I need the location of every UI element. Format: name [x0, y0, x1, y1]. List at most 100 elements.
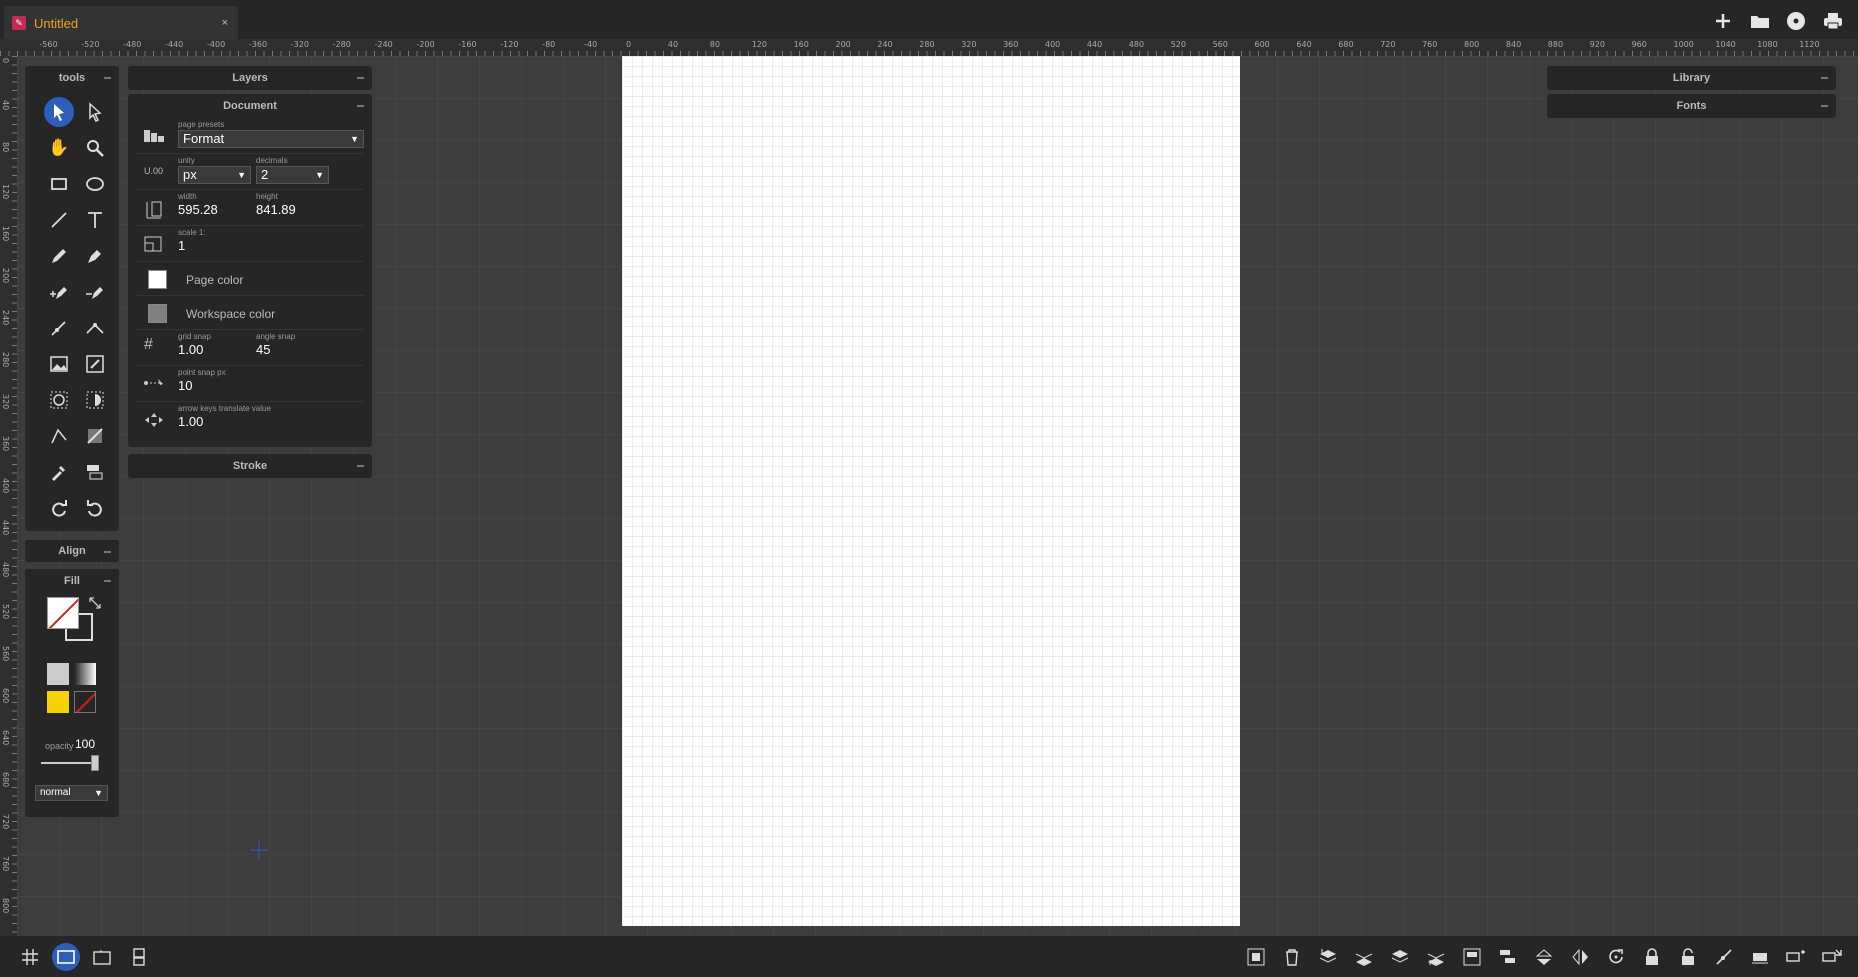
send-to-back-icon[interactable] [1351, 944, 1377, 970]
fill-color-swatch[interactable] [47, 597, 79, 629]
swatch-gradient[interactable] [74, 663, 96, 685]
group-icon[interactable] [1459, 944, 1485, 970]
select-tool[interactable] [41, 94, 77, 130]
mask-tool[interactable] [41, 382, 77, 418]
minimize-icon[interactable] [357, 465, 364, 467]
swatch-light-gray[interactable] [47, 663, 69, 685]
grid-snap-input[interactable]: 1.00 [178, 342, 203, 357]
grid-snap-label: grid snap [178, 332, 211, 341]
lock-icon[interactable] [1639, 944, 1665, 970]
text-tool[interactable] [77, 202, 113, 238]
fonts-panel[interactable]: Fonts [1547, 94, 1836, 118]
folder-icon[interactable] [1747, 10, 1773, 32]
ellipse-tool[interactable] [77, 166, 113, 202]
page-presets-select[interactable]: Format ▼ [178, 130, 364, 148]
redo-tool[interactable] [41, 490, 77, 526]
crop-tool[interactable] [77, 418, 113, 454]
bring-to-front-icon[interactable] [1315, 944, 1341, 970]
page-view-icon[interactable] [52, 943, 80, 971]
grid-toggle-icon[interactable] [17, 944, 43, 970]
arrow-keys-input[interactable]: 1.00 [178, 414, 203, 429]
convert-anchor-tool[interactable] [41, 310, 77, 346]
arrow-keys-icon [144, 412, 164, 430]
width-input[interactable]: 595.28 [178, 202, 218, 217]
minimize-icon[interactable] [104, 551, 111, 553]
align-panel[interactable]: Align [25, 540, 119, 562]
ruler-tick-label: 40 [667, 40, 679, 49]
send-backward-icon[interactable] [1423, 944, 1449, 970]
unlock-icon[interactable] [1675, 944, 1701, 970]
direct-select-tool[interactable] [77, 94, 113, 130]
minimize-icon[interactable] [357, 105, 364, 107]
workspace-color-row[interactable]: Workspace color [136, 296, 364, 330]
ruler-tick-label: 800 [1464, 40, 1480, 49]
contrast-mask-tool[interactable] [77, 382, 113, 418]
flip-horizontal-icon[interactable] [1567, 944, 1593, 970]
tab-close-button[interactable]: × [222, 17, 228, 29]
link-image-tool[interactable] [77, 346, 113, 382]
bring-forward-icon[interactable] [1387, 944, 1413, 970]
blend-mode-select[interactable]: normal ▼ [35, 785, 108, 801]
scale-input[interactable]: 1 [178, 238, 185, 253]
unity-select[interactable]: px ▼ [178, 166, 251, 184]
minimize-icon[interactable] [104, 77, 111, 79]
minimize-icon[interactable] [357, 77, 364, 79]
disc-icon[interactable] [1783, 10, 1809, 32]
node-tool[interactable] [77, 310, 113, 346]
opacity-slider-handle[interactable] [91, 755, 99, 771]
minimize-icon[interactable] [1821, 105, 1828, 107]
ungroup-icon[interactable] [1495, 944, 1521, 970]
document-page[interactable] [622, 56, 1240, 926]
remove-anchor-tool[interactable] [77, 274, 113, 310]
stroke-panel[interactable]: Stroke [128, 454, 372, 478]
align-bottom-icon[interactable] [1747, 944, 1773, 970]
ruler-tick-label: 280 [919, 40, 935, 49]
layers-panel[interactable]: Layers [128, 66, 372, 90]
library-panel[interactable]: Library [1547, 66, 1836, 90]
layout-view-icon[interactable] [89, 944, 115, 970]
flip-vertical-icon[interactable] [1531, 944, 1557, 970]
path-tool[interactable] [41, 418, 77, 454]
tab-title: Untitled [34, 15, 79, 31]
swap-colors-icon[interactable] [87, 595, 103, 611]
point-snap-input[interactable]: 10 [178, 378, 192, 393]
trash-icon[interactable] [1279, 944, 1305, 970]
pen-tool[interactable] [77, 238, 113, 274]
page-color-row[interactable]: Page color [136, 262, 364, 296]
rotate-icon[interactable] [1603, 944, 1629, 970]
height-input[interactable]: 841.89 [256, 202, 296, 217]
plus-icon[interactable] [1710, 10, 1736, 32]
direct-select-icon [89, 102, 102, 122]
fit-selection-icon[interactable] [1243, 944, 1269, 970]
transform-tool[interactable] [77, 454, 113, 490]
height-label: height [256, 192, 278, 201]
opacity-value[interactable]: 100 [75, 737, 95, 751]
minimize-icon[interactable] [104, 580, 111, 582]
pencil-tool[interactable] [41, 238, 77, 274]
decimals-select[interactable]: 2 ▼ [256, 166, 329, 184]
print-icon[interactable] [1820, 10, 1846, 32]
undo-tool[interactable] [77, 490, 113, 526]
angle-snap-input[interactable]: 45 [256, 342, 270, 357]
workspace-color-swatch[interactable] [148, 304, 167, 323]
eyedropper-tool[interactable] [41, 454, 77, 490]
rectangle-tool[interactable] [41, 166, 77, 202]
tools-panel-header[interactable]: tools [25, 66, 119, 90]
edit-path-icon[interactable] [1711, 944, 1737, 970]
add-anchor-tool[interactable] [41, 274, 77, 310]
line-tool[interactable] [41, 202, 77, 238]
page-color-swatch[interactable] [148, 270, 167, 289]
duplicate-icon[interactable] [1783, 944, 1809, 970]
zoom-tool[interactable] [77, 130, 113, 166]
document-tab[interactable]: ✎ Untitled × [4, 6, 238, 40]
ruler-tick-label: 280 [1, 352, 10, 368]
export-icon[interactable] [1819, 944, 1845, 970]
swatch-yellow[interactable] [47, 691, 69, 713]
ruler-tick-label: 560 [1, 646, 10, 662]
ruler-tick-label: 800 [1, 898, 10, 914]
minimize-icon[interactable] [1821, 77, 1828, 79]
panels-view-icon[interactable] [126, 944, 152, 970]
image-tool[interactable] [41, 346, 77, 382]
hand-tool[interactable]: ✋ [41, 130, 77, 166]
swatch-none[interactable] [74, 691, 96, 713]
